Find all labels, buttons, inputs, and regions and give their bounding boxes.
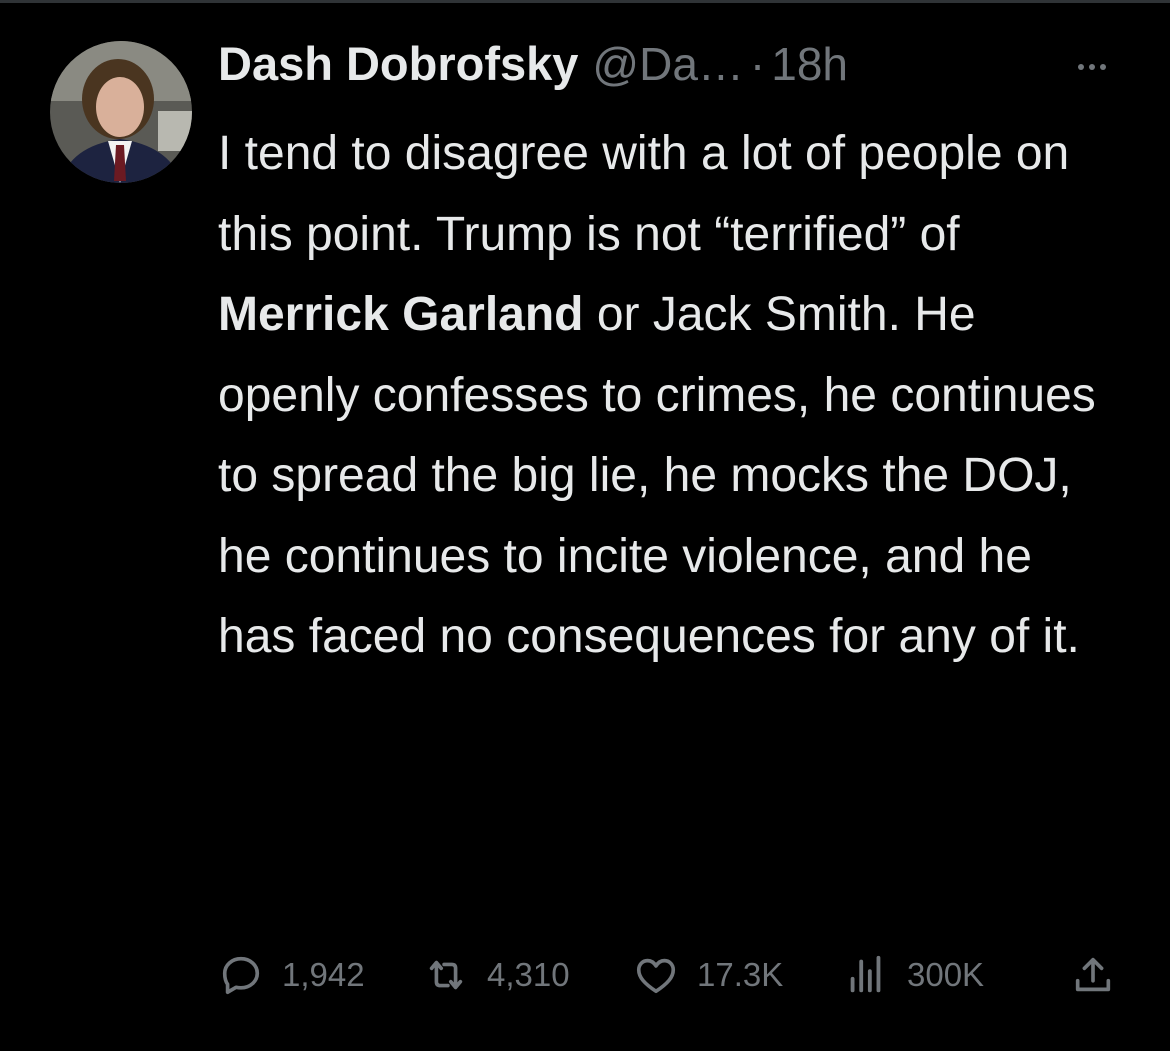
more-icon: [1078, 64, 1084, 70]
avatar-image: [50, 41, 192, 183]
reply-icon: [222, 956, 260, 995]
author-handle[interactable]: @Da…: [592, 37, 744, 91]
like-icon: [636, 958, 676, 994]
author-name[interactable]: Dash Dobrofsky: [218, 36, 578, 91]
reply-button[interactable]: 1,942: [218, 950, 365, 1000]
avatar[interactable]: [50, 41, 192, 183]
share-button[interactable]: [1070, 950, 1116, 1000]
action-bar: 1,942 4,310 17.3K 300K: [218, 950, 1118, 1000]
like-count: 17.3K: [697, 956, 784, 993]
tweet-text-part: I tend to disagree with a lot of people …: [218, 127, 1070, 261]
top-divider: [0, 0, 1170, 3]
share-icon: [1075, 957, 1111, 992]
mention-highlight: Merrick Garland: [218, 288, 584, 341]
more-icon-dot: [1089, 64, 1095, 70]
more-options-button[interactable]: [1070, 52, 1114, 82]
timestamp[interactable]: 18h: [771, 37, 848, 91]
tweet-header: Dash Dobrofsky @Da… · 18h: [218, 36, 1118, 102]
retweet-button[interactable]: 4,310: [423, 950, 570, 1000]
separator-dot: ·: [749, 38, 766, 90]
views-button[interactable]: 300K: [843, 950, 984, 1000]
tweet-text-part: or Jack Smith. He openly confesses to cr…: [218, 288, 1096, 663]
tweet-body: Dash Dobrofsky @Da… · 18h I tend to disa…: [218, 36, 1118, 678]
reply-count: 1,942: [282, 956, 365, 993]
like-button[interactable]: 17.3K: [633, 950, 783, 1000]
views-icon: [850, 955, 881, 993]
views-count: 300K: [907, 956, 985, 993]
tweet-text: I tend to disagree with a lot of people …: [218, 114, 1098, 678]
more-icon-dot: [1100, 64, 1106, 70]
retweet-icon: [429, 960, 463, 990]
retweet-count: 4,310: [487, 956, 570, 993]
